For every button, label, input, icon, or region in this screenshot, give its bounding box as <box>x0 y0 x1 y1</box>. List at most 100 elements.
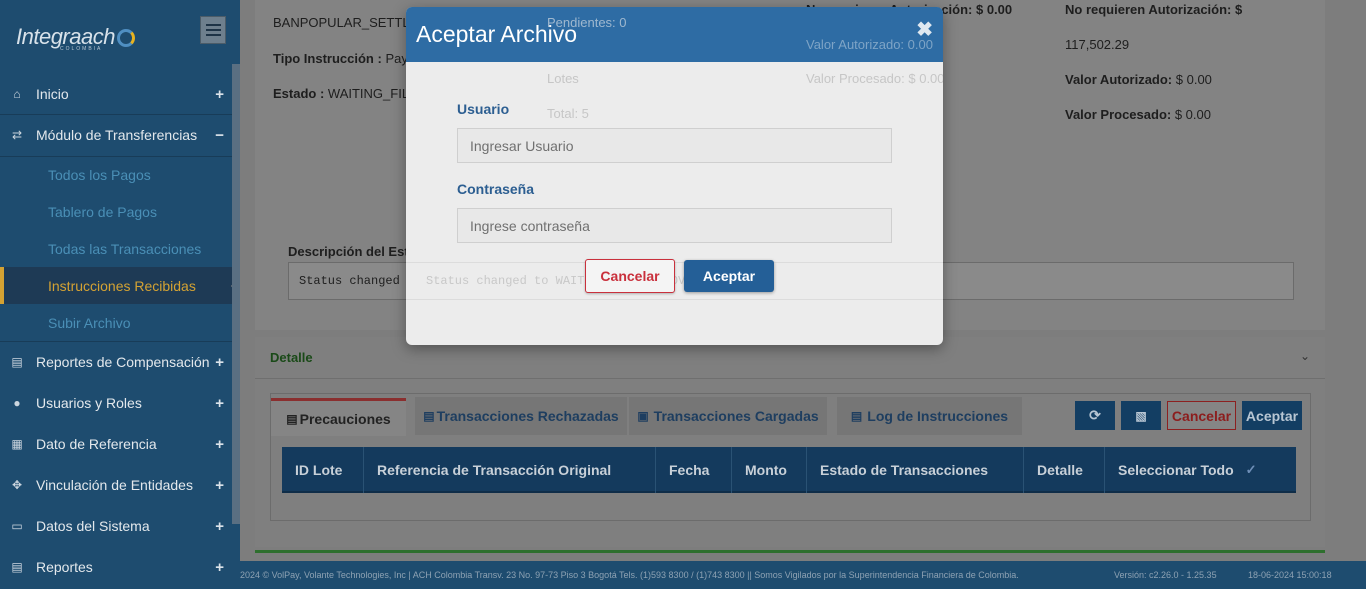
col-fecha[interactable]: Fecha <box>656 447 732 493</box>
document-icon: ▤ <box>11 560 23 574</box>
table-header: ID Lote Referencia de Transacción Origin… <box>282 447 1296 493</box>
sidebar-item-label: Usuarios y Roles <box>36 395 142 411</box>
accept-button[interactable]: Aceptar <box>1242 401 1302 430</box>
tab-log-instrucciones[interactable]: ▤ Log de Instrucciones <box>837 397 1022 435</box>
sidebar-subitem-label: Tablero de Pagos <box>48 203 157 220</box>
col4-valor-autorizado: Valor Autorizado: $ 0.00 <box>1065 72 1212 87</box>
sidebar-subitem-label: Subir Archivo <box>48 314 131 331</box>
ghost-pendientes: Pendientes: 0 <box>547 15 627 30</box>
sidebar-item-label: Inicio <box>36 86 69 102</box>
sidebar-item-reportes[interactable]: ▤ Reportes + <box>0 547 240 587</box>
ghost-valor-procesado: Valor Procesado: $ 0.00 <box>806 71 943 86</box>
tab-label: Log de Instrucciones <box>867 408 1009 424</box>
col-referencia[interactable]: Referencia de Transacción Original <box>364 447 656 493</box>
ghost-valor-autorizado: Valor Autorizado: 0.00 <box>806 37 933 52</box>
modal-header: Aceptar Archivo ✖ <box>406 7 943 62</box>
sidebar-subitem-instrucciones-recibidas[interactable]: Instrucciones Recibidas <box>0 267 240 304</box>
export-excel-button[interactable]: ▧ <box>1121 401 1161 430</box>
detalle-panel: Detalle ⌄ ▤ Precauciones ▤ Transacciones R… <box>255 337 1325 547</box>
detalle-title: Detalle <box>270 350 313 365</box>
sidebar-item-usuarios-roles[interactable]: ● Usuarios y Roles + <box>0 383 240 423</box>
sidebar-item-label: Datos del Sistema <box>36 518 150 534</box>
tab-transacciones-rechazadas[interactable]: ▤ Transacciones Rechazadas <box>415 397 627 435</box>
file-icon: ▤ <box>286 411 298 426</box>
money-icon: ▣ <box>637 409 649 423</box>
sidebar-item-datos-sistema[interactable]: ▭ Datos del Sistema + <box>0 506 240 546</box>
logo-ring-icon <box>116 29 135 47</box>
footer-version: Versión: c2.26.0 - 1.25.35 <box>1114 570 1217 580</box>
chevron-down-icon[interactable]: ⌄ <box>1300 349 1310 363</box>
sidebar-item-label: Reportes <box>36 559 93 575</box>
estado-label: Estado : <box>273 86 325 101</box>
sidebar-subitem-todos-pagos[interactable]: Todos los Pagos <box>0 156 232 193</box>
sidebar-subitem-tablero-pagos[interactable]: Tablero de Pagos <box>0 193 232 230</box>
sidebar-item-label: Vinculación de Entidades <box>36 477 193 493</box>
hamburger-menu-icon[interactable] <box>200 16 226 44</box>
collapse-icon: − <box>215 126 224 144</box>
ghost-lotes: Lotes <box>547 71 579 86</box>
file-icon: ▤ <box>423 409 435 423</box>
tipo-label: Tipo Instrucción : <box>273 51 382 66</box>
expand-icon: + <box>215 435 224 453</box>
select-all-label: Seleccionar Todo <box>1118 462 1234 478</box>
expand-icon: + <box>215 353 224 371</box>
col-monto[interactable]: Monto <box>732 447 807 493</box>
col4-valor-autorizado-label: Valor Autorizado: <box>1065 72 1173 87</box>
refresh-icon: ⟳ <box>1089 407 1101 423</box>
link-icon: ✥ <box>11 478 23 492</box>
sidebar-item-label: Módulo de Transferencias <box>36 127 198 143</box>
sidebar-subitem-subir-archivo[interactable]: Subir Archivo <box>0 304 232 341</box>
tab-precauciones[interactable]: ▤ Precauciones <box>271 398 406 436</box>
expand-icon: + <box>215 85 224 103</box>
col-detalle[interactable]: Detalle <box>1024 447 1105 493</box>
contrasena-label: Contraseña <box>457 181 535 197</box>
tab-label: Precauciones <box>299 410 391 427</box>
calendar-icon: ▦ <box>11 437 23 451</box>
usuario-input[interactable]: Ingresar Usuario <box>457 128 892 163</box>
logo-subtitle: COLOMBIA <box>60 46 103 52</box>
sidebar-item-label: Dato de Referencia <box>36 436 157 452</box>
sidebar-item-vinculacion-entidades[interactable]: ✥ Vinculación de Entidades + <box>0 465 240 505</box>
col-seleccionar-todo[interactable]: Seleccionar Todo ✓ <box>1105 447 1296 493</box>
accept-file-modal: Aceptar Archivo ✖ Pendientes: 0 Valor Au… <box>406 7 943 345</box>
sidebar-item-reportes-compensacion[interactable]: ▤ Reportes de Compensación + <box>0 342 240 382</box>
col4-valor-procesado-label: Valor Procesado: <box>1065 107 1172 122</box>
footer: 2024 © VolPay, Volante Technologies, Inc… <box>240 561 1366 589</box>
tab-label: Transacciones Cargadas <box>653 408 819 424</box>
usuario-label: Usuario <box>457 101 510 117</box>
sidebar-subitem-label: Todas las Transacciones <box>48 240 202 257</box>
users-icon: ● <box>13 396 21 410</box>
modal-accept-button[interactable]: Aceptar <box>684 260 774 292</box>
sidebar-item-modulo-transferencias[interactable]: ⇄ Módulo de Transferencias − <box>0 115 240 155</box>
logo: Integraach COLOMBIA <box>16 24 135 52</box>
detalle-tabs: ▤ Precauciones ▤ Transacciones Rechazadas … <box>270 393 1311 521</box>
expand-icon: + <box>215 476 224 494</box>
footer-datetime: 18-06-2024 15:00:18 <box>1248 570 1332 580</box>
ghost-total: Total: 5 <box>547 106 589 121</box>
col4-valor-autorizado-value: $ 0.00 <box>1175 72 1212 87</box>
excel-icon: ▧ <box>1135 408 1147 423</box>
home-icon: ⌂ <box>13 87 21 101</box>
contrasena-input[interactable]: Ingrese contraseña <box>457 208 892 243</box>
exchange-icon: ⇄ <box>11 128 23 142</box>
tab-label: Transacciones Rechazadas <box>436 408 619 424</box>
checkbox-icon[interactable]: ✓ <box>1246 462 1257 478</box>
col4-no-requieren-value: 117,502.29 <box>1065 37 1130 52</box>
tab-transacciones-cargadas[interactable]: ▣ Transacciones Cargadas <box>629 397 827 435</box>
expand-icon: + <box>215 558 224 576</box>
divider <box>255 550 1325 553</box>
col-estado[interactable]: Estado de Transacciones <box>807 447 1024 493</box>
sidebar-item-inicio[interactable]: ⌂ Inicio + <box>0 74 240 114</box>
col4-valor-procesado-value: $ 0.00 <box>1174 107 1211 122</box>
expand-icon: + <box>215 394 224 412</box>
col-id-lote[interactable]: ID Lote <box>282 447 364 493</box>
refresh-button[interactable]: ⟳ <box>1075 401 1115 430</box>
modal-cancel-button[interactable]: Cancelar <box>585 259 675 293</box>
file-icon: ▤ <box>11 355 23 369</box>
sidebar-item-dato-referencia[interactable]: ▦ Dato de Referencia + <box>0 424 240 464</box>
footer-copyright: 2024 © VolPay, Volante Technologies, Inc… <box>240 570 1019 580</box>
cancel-button[interactable]: Cancelar <box>1167 401 1236 430</box>
col4-valor-procesado: Valor Procesado: $ 0.00 <box>1065 107 1211 122</box>
sidebar-subitem-label: Todos los Pagos <box>48 166 151 183</box>
sidebar-subitem-todas-transacciones[interactable]: Todas las Transacciones <box>0 230 232 267</box>
